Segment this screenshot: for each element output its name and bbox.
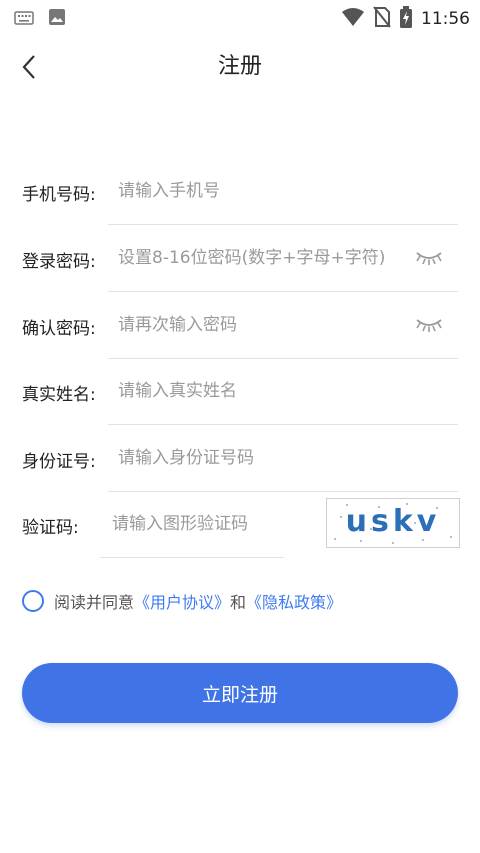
eye-closed-icon[interactable] [414,316,444,334]
confirm-password-row: 确认密码: [22,292,458,359]
phone-row: 手机号码: [22,158,458,225]
user-agreement-link[interactable]: 《用户协议》 [134,593,230,612]
password-input[interactable] [118,245,408,271]
phone-label: 手机号码: [22,185,96,205]
id-number-row: 身份证号: [22,425,458,492]
captcha-row: 验证码: uskv [22,491,460,558]
id-number-field-container [108,425,458,492]
password-label: 登录密码: [22,252,96,272]
agreement-row: 阅读并同意《用户协议》和《隐私政策》 [22,588,342,614]
password-field-container [108,225,458,292]
register-button[interactable]: 立即注册 [22,663,458,723]
status-time: 11:56 [421,9,470,29]
battery-charging-icon [399,6,413,32]
eye-closed-icon[interactable] [414,249,444,267]
agreement-prefix: 阅读并同意 [54,593,135,612]
confirm-password-label: 确认密码: [22,319,96,339]
real-name-row: 真实姓名: [22,358,458,425]
image-icon [48,8,66,30]
captcha-text: uskv [346,504,441,539]
wifi-icon [341,7,365,31]
real-name-input[interactable] [118,378,408,404]
id-number-input[interactable] [118,445,408,471]
confirm-password-field-container [108,292,458,359]
agreement-text: 阅读并同意《用户协议》和《隐私政策》 [54,589,342,613]
privacy-policy-link[interactable]: 《隐私政策》 [246,593,342,612]
id-number-label: 身份证号: [22,452,96,472]
status-bar: 11:56 [0,0,480,34]
captcha-label: 验证码: [22,518,79,538]
agree-radio[interactable] [22,590,44,612]
page-title: 注册 [217,54,262,79]
password-row: 登录密码: [22,225,458,292]
phone-input[interactable] [118,178,408,204]
agreement-conjunction: 和 [230,593,247,612]
app-bar: 注册 [0,34,480,90]
phone-field-container [108,158,458,225]
captcha-image[interactable]: uskv [326,498,460,548]
captcha-field-container [100,491,284,558]
keyboard-icon [14,10,34,29]
no-sim-icon [373,6,391,32]
real-name-field-container [108,358,458,425]
confirm-password-input[interactable] [118,312,408,338]
captcha-input[interactable] [112,511,282,537]
real-name-label: 真实姓名: [22,385,96,405]
